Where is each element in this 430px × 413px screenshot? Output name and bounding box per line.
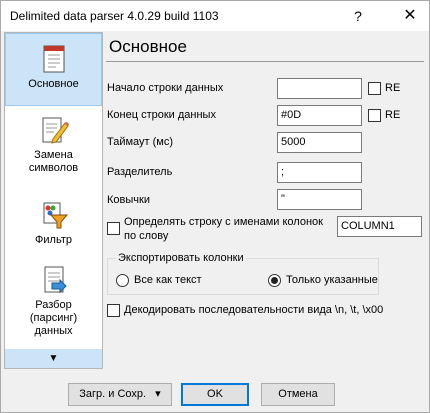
quotes-label: Ковычки xyxy=(107,194,150,206)
sidebar-item-label: Разбор (парсинг) данных xyxy=(29,299,78,337)
export-columns-title: Экспортировать колонки xyxy=(116,251,246,265)
ok-button[interactable]: OK xyxy=(181,383,249,406)
timeout-input[interactable]: 5000 xyxy=(277,132,362,153)
button-bar: Загр. и Сохр. ▾ OK Отмена xyxy=(1,371,429,413)
export-specified-only-radio[interactable] xyxy=(268,274,281,287)
filter-funnel-icon xyxy=(39,200,69,230)
start-line-input[interactable] xyxy=(277,78,362,99)
close-button[interactable]: ✕ xyxy=(395,5,425,27)
edit-document-icon xyxy=(39,115,69,145)
end-line-input[interactable]: #0D xyxy=(277,105,362,126)
cancel-button[interactable]: Отмена xyxy=(261,383,335,406)
decode-escapes-label: Декодировать последовательности вида \n,… xyxy=(124,304,384,316)
start-line-re-label: RE xyxy=(385,82,401,94)
delimiter-input[interactable]: ; xyxy=(277,162,362,183)
main-panel: Основное Начало строки данных RE Конец с… xyxy=(103,32,429,369)
header-row-word-input[interactable]: COLUMN1 xyxy=(337,216,422,237)
sidebar-item-general[interactable]: Основное xyxy=(5,33,102,106)
title-bar: Delimited data parser 4.0.29 build 1103 … xyxy=(1,1,429,31)
load-save-label: Загр. и Сохр. xyxy=(79,388,147,400)
parse-data-icon xyxy=(39,265,69,295)
help-button[interactable]: ? xyxy=(343,5,373,27)
delimiter-label: Разделитель xyxy=(107,166,173,178)
header-row-label: Определять строку с именами колонок по с… xyxy=(124,216,323,242)
sidebar-item-label: Замена символов xyxy=(28,149,79,174)
load-save-button[interactable]: Загр. и Сохр. ▾ xyxy=(68,383,172,406)
dialog-window: Delimited data parser 4.0.29 build 1103 … xyxy=(0,0,430,413)
end-line-re-checkbox[interactable] xyxy=(368,109,381,122)
dropdown-arrow-icon: ▾ xyxy=(155,388,161,400)
start-line-label: Начало строки данных xyxy=(107,82,224,94)
sidebar-item-filter[interactable]: Фильтр xyxy=(5,200,102,250)
sidebar-item-char-replace[interactable]: Замена символов xyxy=(5,115,102,185)
sidebar-item-parsing[interactable]: Разбор (парсинг) данных xyxy=(5,265,102,345)
start-line-re-checkbox[interactable] xyxy=(368,82,381,95)
document-icon xyxy=(39,44,69,74)
export-specified-only-label: Только указанные xyxy=(286,274,378,286)
export-columns-group: Экспортировать колонки Все как текст Тол… xyxy=(107,251,379,295)
header-row-checkbox[interactable] xyxy=(107,222,120,235)
decode-escapes-checkbox[interactable] xyxy=(107,304,120,317)
end-line-label: Конец строки данных xyxy=(107,109,216,121)
quotes-input[interactable]: " xyxy=(277,189,362,210)
sidebar: Основное Замена символов Фильтр Разбор (… xyxy=(4,32,103,369)
sidebar-item-label: Основное xyxy=(28,78,79,90)
end-line-re-label: RE xyxy=(385,109,401,121)
window-title: Delimited data parser 4.0.29 build 1103 xyxy=(10,9,219,23)
export-all-as-text-label: Все как текст xyxy=(134,274,202,286)
page-title: Основное xyxy=(106,32,424,62)
sidebar-scroll-down-button[interactable]: ▼ xyxy=(5,349,102,368)
sidebar-item-label: Фильтр xyxy=(35,234,72,246)
export-all-as-text-radio[interactable] xyxy=(116,274,129,287)
timeout-label: Таймаут (мс) xyxy=(107,136,174,148)
